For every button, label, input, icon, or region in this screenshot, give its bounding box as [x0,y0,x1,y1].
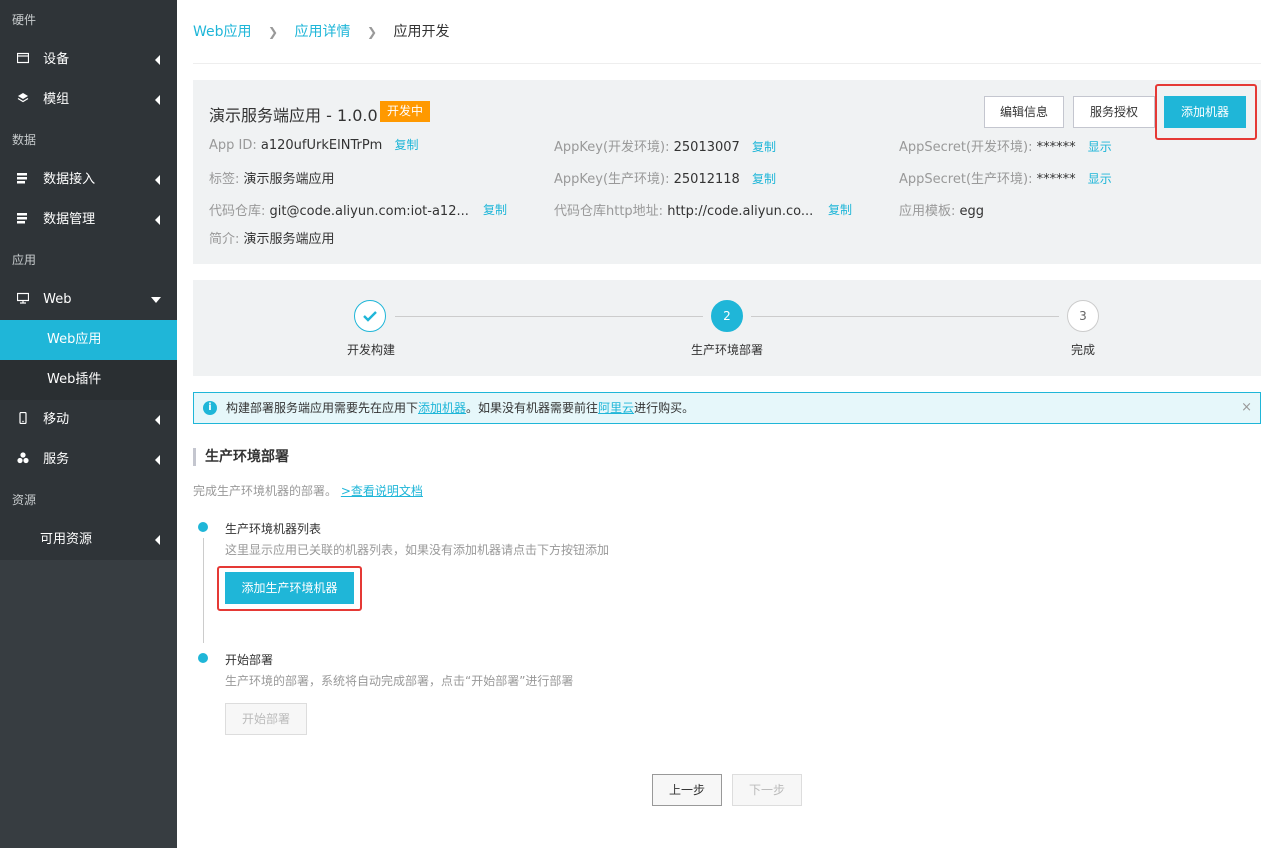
machines-desc: 这里显示应用已关联的机器列表，如果没有添加机器请点击下方按钮添加 [225,543,610,557]
service-authorize-button[interactable]: 服务授权 [1073,96,1155,128]
show-appsecret-dev-link[interactable]: 显示 [1088,140,1112,154]
caret-left-icon [155,415,160,425]
alert-aliyun-link[interactable]: 阿里云 [598,401,634,415]
caret-down-icon [151,297,161,303]
sidebar-item-module[interactable]: 模组 [0,80,177,120]
caret-left-icon [155,455,160,465]
sidebar-item-web-plugin[interactable]: Web插件 [0,360,177,400]
show-appsecret-prod-link[interactable]: 显示 [1088,172,1112,186]
copy-repo-link[interactable]: 复制 [483,201,507,218]
next-step-button[interactable]: 下一步 [732,774,802,806]
layers-icon [17,81,29,103]
sidebar-item-available-resources[interactable]: 可用资源 [0,520,177,560]
chevron-right-icon: ❯ [366,25,378,39]
app-info-card: 演示服务端应用 - 1.0.0 开发中 编辑信息 服务授权 添加机器 App I… [193,80,1261,264]
sidebar-section-resource: 资源 [0,480,177,520]
caret-left-icon [155,535,160,545]
timeline-dot [198,653,208,663]
caret-left-icon [155,55,160,65]
copy-appkey-dev-link[interactable]: 复制 [752,140,776,154]
prev-step-button[interactable]: 上一步 [652,774,722,806]
add-prod-machine-button[interactable]: 添加生产环境机器 [225,572,354,604]
appkey-dev-field: AppKey(开发环境): 25013007 复制 [554,140,776,155]
copy-app-id-link[interactable]: 复制 [394,138,418,152]
step-3-pending: 3 [1067,300,1099,332]
phone-icon [17,401,29,425]
timeline-line [203,538,204,643]
section-desc: 完成生产环境机器的部署。 >查看说明文档 [193,484,423,498]
sidebar-item-web[interactable]: Web [0,280,177,320]
close-icon[interactable]: × [1241,393,1252,423]
caret-left-icon [155,175,160,185]
step-connector [395,316,703,317]
sidebar-section-hardware: 硬件 [0,0,177,40]
step-1-label: 开发构建 [347,343,396,357]
appsecret-dev-field: AppSecret(开发环境): ****** 显示 [899,140,1112,155]
sidebar: 硬件 设备 模组 数据 数据接入 数据管理 应用 Web Web应用 Web插件… [0,0,177,848]
breadcrumb-app-detail[interactable]: 应用详情 [295,24,351,40]
caret-left-icon [155,95,160,105]
breadcrumb: Web应用 ❯ 应用详情 ❯ 应用开发 [193,0,1261,64]
deploy-title: 开始部署 [225,653,274,667]
intro-field: 简介: 演示服务端应用 [209,232,335,247]
copy-appkey-prod-link[interactable]: 复制 [752,172,776,186]
data-access-icon [17,161,29,184]
appkey-prod-field: AppKey(生产环境): 25012118 复制 [554,172,776,187]
step-1-done [354,300,386,332]
section-title: 生产环境部署 [193,448,289,466]
edit-info-button[interactable]: 编辑信息 [984,96,1064,128]
sidebar-item-data-access[interactable]: 数据接入 [0,160,177,200]
main-content: Web应用 ❯ 应用详情 ❯ 应用开发 演示服务端应用 - 1.0.0 开发中 … [193,0,1261,806]
template-field: 应用模板: egg [899,204,985,219]
sidebar-item-web-app[interactable]: Web应用 [0,320,177,360]
app-id-field: App ID: a120ufUrkElNTrPm 复制 [209,138,419,153]
steps-bar: 开发构建 2 生产环境部署 3 完成 [193,280,1261,376]
breadcrumb-current: 应用开发 [393,24,450,40]
check-icon [363,311,377,322]
step-3-label: 完成 [1071,343,1096,357]
step-connector [751,316,1059,317]
add-machine-button[interactable]: 添加机器 [1164,96,1246,128]
sidebar-item-service[interactable]: 服务 [0,440,177,480]
copy-repo-http-link[interactable]: 复制 [828,201,852,218]
repo-field: 代码仓库: git@code.aliyun.com:iot-a12... [209,204,469,219]
status-badge: 开发中 [380,101,431,122]
repo-http-field: 代码仓库http地址: http://code.aliyun.co... [554,204,814,219]
monitor-icon [16,281,30,304]
data-mgmt-icon [17,201,29,224]
deploy-desc: 生产环境的部署，系统将自动完成部署，点击“开始部署”进行部署 [225,674,574,688]
caret-left-icon [155,215,160,225]
sidebar-section-app: 应用 [0,240,177,280]
appsecret-prod-field: AppSecret(生产环境): ****** 显示 [899,172,1112,187]
breadcrumb-web-app[interactable]: Web应用 [193,24,252,40]
view-doc-link[interactable]: >查看说明文档 [341,484,423,498]
step-2-active: 2 [711,300,743,332]
machines-title: 生产环境机器列表 [225,522,322,536]
sidebar-item-data-mgmt[interactable]: 数据管理 [0,200,177,240]
start-deploy-button[interactable]: 开始部署 [225,703,307,735]
timeline-dot [198,522,208,532]
sidebar-filler [0,560,177,848]
tag-field: 标签: 演示服务端应用 [209,172,335,187]
chevron-right-icon: ❯ [267,25,279,39]
sidebar-item-mobile[interactable]: 移动 [0,400,177,440]
app-title: 演示服务端应用 - 1.0.0 [209,106,378,125]
device-icon [16,41,30,64]
alert-add-machine-link[interactable]: 添加机器 [418,401,466,415]
sidebar-section-data: 数据 [0,120,177,160]
step-2-label: 生产环境部署 [691,343,764,357]
info-alert: i 构建部署服务端应用需要先在应用下添加机器。如果没有机器需要前往阿里云进行购买… [193,392,1261,424]
info-icon: i [203,401,217,415]
service-icon [17,441,29,464]
sidebar-item-device[interactable]: 设备 [0,40,177,80]
